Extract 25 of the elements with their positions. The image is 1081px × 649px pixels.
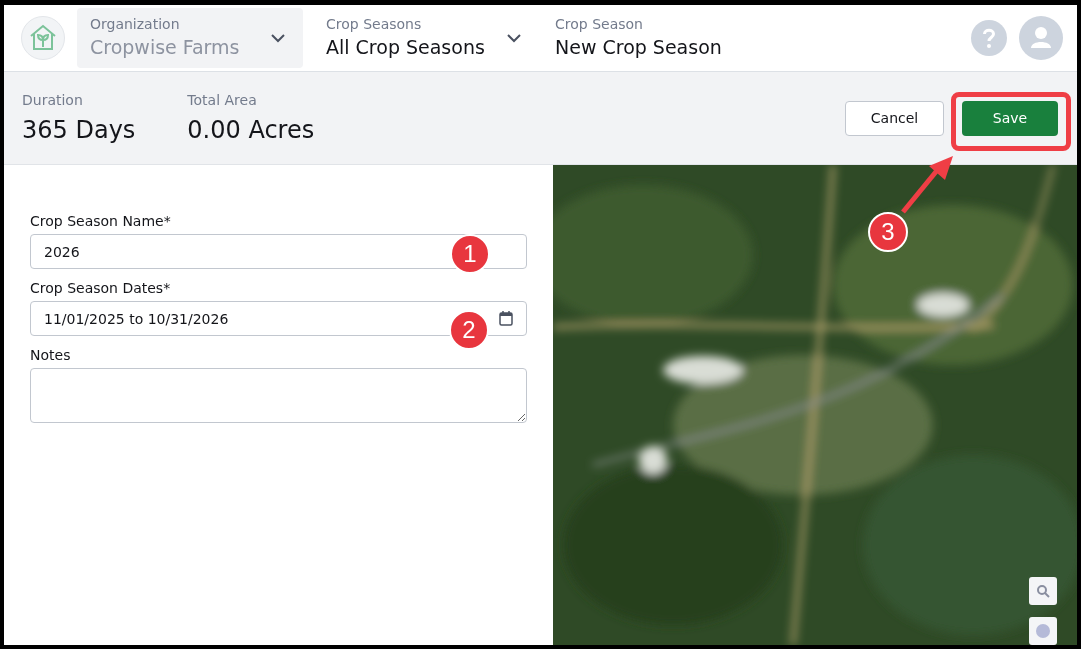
map-globe-button[interactable] — [1029, 617, 1057, 645]
summary-label: Total Area — [187, 91, 258, 109]
chevron-down-icon — [507, 34, 521, 43]
search-icon — [1036, 584, 1050, 598]
summary-value: 365 Days — [22, 115, 136, 145]
summary-label: Duration — [22, 91, 84, 109]
notes-field[interactable] — [30, 368, 527, 423]
crop-season-title: New Crop Season — [555, 35, 722, 60]
calendar-icon[interactable] — [499, 311, 513, 326]
map-search-button[interactable] — [1029, 577, 1057, 605]
chevron-down-icon — [271, 34, 285, 43]
field-label: Crop Season Dates* — [30, 279, 172, 297]
field-label: Crop Season Name* — [30, 212, 172, 230]
summary-value: 0.00 Acres — [187, 115, 315, 145]
save-button[interactable]: Save — [962, 100, 1058, 136]
cancel-button[interactable]: Cancel — [845, 100, 944, 136]
app-logo-icon[interactable] — [21, 16, 65, 60]
field-label: Notes — [30, 346, 72, 364]
organization-dropdown[interactable]: Organization Cropwise Farms — [77, 8, 303, 68]
step-number: 2 — [449, 310, 489, 350]
user-avatar-icon[interactable] — [1019, 16, 1063, 60]
globe-icon — [1035, 623, 1051, 639]
crop-season-label: Crop Season — [555, 15, 644, 33]
crop-seasons-dropdown[interactable]: Crop Seasons All Crop Seasons — [313, 8, 539, 68]
help-icon[interactable] — [971, 20, 1007, 56]
